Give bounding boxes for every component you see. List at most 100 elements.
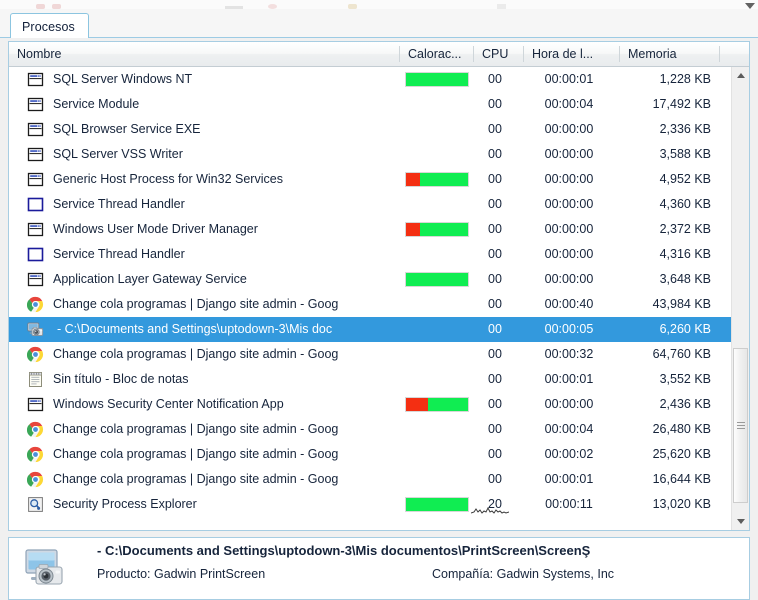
table-row[interactable]: Windows User Mode Driver Manager 00 00:00:… [9, 217, 731, 242]
column-header-memoria[interactable]: Memoria [620, 42, 719, 66]
window-icon [27, 96, 44, 113]
cpu-value: 00 [488, 472, 502, 486]
time-value: 00:00:40 [544, 297, 594, 311]
time-value: 00:00:00 [544, 222, 594, 236]
cpu-usage-bar [405, 72, 469, 87]
cpu-bar-user-segment [406, 498, 468, 511]
cpu-bar-kernel-segment [406, 223, 420, 236]
cpu-bar-kernel-segment [406, 398, 428, 411]
memory-value: 1,228 KB [659, 72, 711, 86]
column-header-hora[interactable]: Hora de l... [524, 42, 619, 66]
table-row[interactable]: - C:\Documents and Settings\uptodown-3\M… [9, 317, 731, 342]
table-row[interactable]: Change cola programas | Django site admi… [9, 442, 731, 467]
scroll-up-button[interactable] [732, 67, 749, 84]
cpu-value: 20 [488, 497, 502, 511]
time-value: 00:00:00 [544, 247, 594, 261]
scrollbar-thumb[interactable] [733, 348, 748, 503]
table-row[interactable]: Change cola programas | Django site admi… [9, 342, 731, 367]
memory-value: 3,588 KB [659, 147, 711, 161]
table-row[interactable]: SQL Browser Service EXE 00 00:00:00 2,336 K… [9, 117, 731, 142]
chrome-icon [26, 446, 44, 463]
details-company: Compañía: Gadwin Systems, Inc [432, 567, 615, 581]
memory-value: 26,480 KB [652, 422, 711, 436]
process-list-rows[interactable]: SQL Server Windows NT 00 00:00:01 1,228 KB S… [9, 67, 731, 530]
cpu-value: 00 [488, 72, 502, 86]
column-header-calorac[interactable]: Calorac... [400, 42, 473, 66]
arrow-down-icon [736, 519, 745, 524]
time-value: 00:00:02 [544, 447, 594, 461]
table-row[interactable]: Service Thread Handler 00 00:00:00 4,360 KB [9, 192, 731, 217]
details-title: - C:\Documents and Settings\uptodown-3\M… [97, 543, 591, 558]
process-name: Application Layer Gateway Service [53, 272, 247, 286]
process-name: SQL Server Windows NT [53, 72, 193, 86]
cpu-value: 00 [488, 347, 502, 361]
tab-strip-underline [0, 37, 758, 38]
window-icon [27, 71, 44, 88]
window-icon [27, 396, 44, 413]
vertical-scrollbar[interactable] [731, 67, 749, 530]
cpu-usage-bar [405, 272, 469, 287]
table-row[interactable]: Change cola programas | Django site admi… [9, 467, 731, 492]
cpu-bar-user-segment [419, 173, 468, 186]
cpu-usage-bar [405, 172, 469, 187]
cpu-value: 00 [488, 372, 502, 386]
table-row[interactable]: Windows Security Center Notification App… [9, 392, 731, 417]
cpu-bar-user-segment [406, 273, 468, 286]
details-product: Producto: Gadwin PrintScreen [97, 567, 266, 581]
process-list-panel: Nombre Calorac... CPU Hora de l... Memor… [8, 41, 750, 531]
process-name: Generic Host Process for Win32 Services [53, 172, 283, 186]
cpu-usage-bar [405, 397, 469, 412]
time-value: 00:00:01 [544, 372, 594, 386]
cpu-value: 00 [488, 297, 502, 311]
notepad-icon [27, 371, 44, 388]
table-row[interactable]: Security Process Explorer 20 00:00:11 13,02… [9, 492, 731, 517]
grip-lines-icon [737, 421, 745, 430]
table-row[interactable]: Change cola programas | Django site admi… [9, 292, 731, 317]
process-name: Service Thread Handler [53, 247, 185, 261]
time-value: 00:00:01 [544, 72, 594, 86]
table-row[interactable]: Service Module 00 00:00:04 17,492 KB [9, 92, 731, 117]
memory-value: 13,020 KB [652, 497, 711, 511]
table-row[interactable]: SQL Server VSS Writer 00 00:00:00 3,588 KB [9, 142, 731, 167]
table-row[interactable]: Sin título - Bloc de notas 00 00:00:01 3,55… [9, 367, 731, 392]
column-header-nombre[interactable]: Nombre [9, 42, 399, 66]
process-name: Windows User Mode Driver Manager [53, 222, 258, 236]
memory-value: 3,552 KB [659, 372, 711, 386]
memory-value: 4,952 KB [659, 172, 711, 186]
window-icon [27, 121, 44, 138]
tab-procesos[interactable]: Procesos [10, 13, 89, 38]
cpu-value: 00 [488, 172, 502, 186]
column-divider[interactable] [719, 46, 720, 62]
time-value: 00:00:04 [544, 97, 594, 111]
magnifier-icon [27, 496, 44, 513]
window-client-area: Procesos Nombre Calorac... CPU Hora de l… [0, 9, 758, 600]
time-value: 00:00:05 [544, 322, 594, 336]
scroll-down-button[interactable] [732, 513, 749, 530]
cpu-value: 00 [488, 197, 502, 211]
window-blue-icon [27, 196, 44, 213]
window-icon [27, 221, 44, 238]
memory-value: 17,492 KB [652, 97, 711, 111]
printscreen-large-icon [23, 546, 67, 590]
process-name: - C:\Documents and Settings\uptodown-3\M… [57, 322, 333, 336]
table-row[interactable]: SQL Server Windows NT 00 00:00:01 1,228 KB [9, 67, 731, 92]
memory-value: 4,360 KB [659, 197, 711, 211]
process-name: Change cola programas | Django site admi… [53, 297, 339, 311]
cpu-value: 00 [488, 97, 502, 111]
printscreen-icon [27, 321, 44, 338]
column-header-cpu[interactable]: CPU [474, 42, 523, 66]
table-row[interactable]: Application Layer Gateway Service 00 00:00… [9, 267, 731, 292]
cpu-bar-user-segment [406, 73, 468, 86]
process-name: Security Process Explorer [53, 497, 197, 511]
memory-value: 2,336 KB [659, 122, 711, 136]
process-list-header: Nombre Calorac... CPU Hora de l... Memor… [9, 42, 749, 67]
table-row[interactable]: Generic Host Process for Win32 Services 0… [9, 167, 731, 192]
process-name: Change cola programas | Django site admi… [53, 447, 339, 461]
process-name: SQL Browser Service EXE [53, 122, 201, 136]
table-row[interactable]: Service Thread Handler 00 00:00:00 4,316 KB [9, 242, 731, 267]
cpu-value: 00 [488, 147, 502, 161]
time-value: 00:00:00 [544, 397, 594, 411]
table-row[interactable]: Change cola programas | Django site admi… [9, 417, 731, 442]
tab-active-mask [11, 37, 84, 38]
cpu-usage-bar [405, 497, 469, 512]
